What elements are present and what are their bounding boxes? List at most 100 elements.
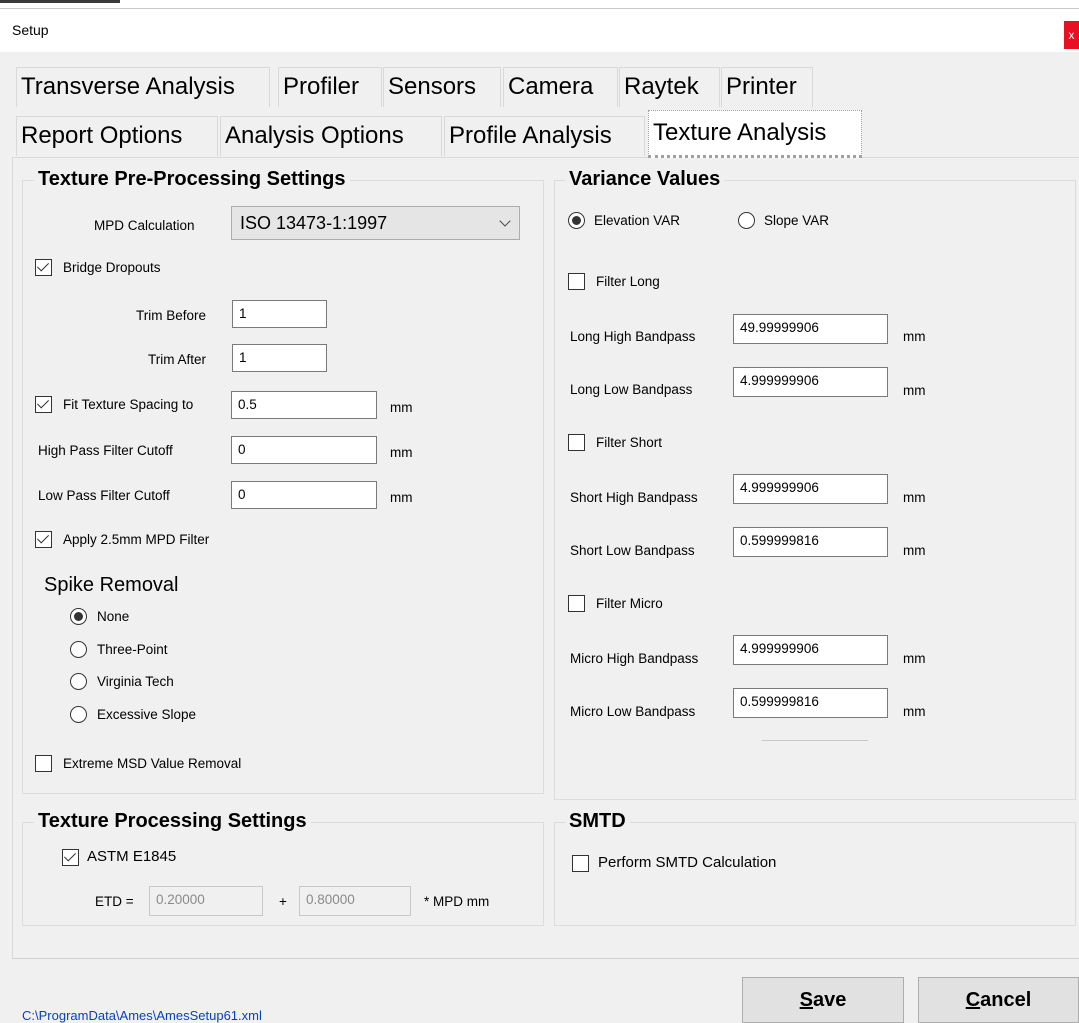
spike-excessive-slope-radio[interactable] <box>70 706 87 723</box>
trim-after-label: Trim After <box>148 352 207 367</box>
apply-mpd-filter-label: Apply 2.5mm MPD Filter <box>63 532 210 547</box>
perform-smtd-label: Perform SMTD Calculation <box>598 854 777 871</box>
slope-var-radio[interactable] <box>738 212 755 229</box>
title-bar-accent <box>0 0 120 3</box>
low-pass-unit: mm <box>390 490 413 505</box>
spike-virginia-tech-label: Virginia Tech <box>97 674 174 689</box>
mpd-calculation-value: ISO 13473-1:1997 <box>240 213 388 233</box>
tab-analysis-options[interactable]: Analysis Options <box>220 116 442 156</box>
processing-group <box>22 822 544 926</box>
tab-texture-analysis[interactable]: Texture Analysis <box>648 110 862 158</box>
spike-three-point-label: Three-Point <box>97 642 168 657</box>
save-button[interactable]: Save <box>742 977 904 1023</box>
footer-divider <box>12 958 1079 959</box>
save-button-mnemonic: S <box>799 989 813 1011</box>
extreme-msd-checkbox[interactable] <box>35 755 52 772</box>
micro-low-label: Micro Low Bandpass <box>570 704 696 719</box>
short-low-unit: mm <box>903 543 926 558</box>
fit-spacing-unit: mm <box>390 400 413 415</box>
trim-before-input[interactable]: 1 <box>232 300 327 328</box>
high-pass-label: High Pass Filter Cutoff <box>38 443 173 458</box>
tab-printer[interactable]: Printer <box>721 67 813 107</box>
astm-e1845-label: ASTM E1845 <box>87 848 177 865</box>
long-high-label: Long High Bandpass <box>570 329 696 344</box>
mpd-calculation-select[interactable]: ISO 13473-1:1997 <box>231 206 520 240</box>
micro-high-input[interactable]: 4.999999906 <box>733 635 888 665</box>
variance-title: Variance Values <box>565 168 725 191</box>
micro-low-input[interactable]: 0.599999816 <box>733 688 888 718</box>
trim-before-label: Trim Before <box>136 308 207 323</box>
tab-raytek[interactable]: Raytek <box>619 67 720 107</box>
etd-suffix: * MPD mm <box>424 894 490 909</box>
window-title: Setup <box>12 22 49 38</box>
perform-smtd-checkbox[interactable] <box>572 855 589 872</box>
tab-report-options[interactable]: Report Options <box>16 116 218 156</box>
tab-profiler[interactable]: Profiler <box>278 67 382 107</box>
slope-var-label: Slope VAR <box>764 213 830 228</box>
cancel-button[interactable]: Cancel <box>918 977 1079 1023</box>
fit-spacing-label: Fit Texture Spacing to <box>63 397 194 412</box>
long-high-unit: mm <box>903 329 926 344</box>
smtd-title: SMTD <box>565 810 630 833</box>
bridge-dropouts-label: Bridge Dropouts <box>63 260 161 275</box>
extreme-msd-label: Extreme MSD Value Removal <box>63 756 242 771</box>
filter-short-checkbox[interactable] <box>568 434 585 451</box>
etd-coefficient-b-input[interactable]: 0.80000 <box>299 886 411 916</box>
tab-transverse-analysis[interactable]: Transverse Analysis <box>16 67 270 107</box>
spike-excessive-slope-label: Excessive Slope <box>97 707 197 722</box>
mpd-calculation-label: MPD Calculation <box>94 218 195 233</box>
long-low-label: Long Low Bandpass <box>570 382 693 397</box>
tab-profile-analysis[interactable]: Profile Analysis <box>444 116 645 156</box>
elevation-var-radio[interactable] <box>568 212 585 229</box>
filter-short-label: Filter Short <box>596 435 663 450</box>
long-low-unit: mm <box>903 383 926 398</box>
etd-plus-sign: + <box>279 894 287 909</box>
spike-virginia-tech-radio[interactable] <box>70 673 87 690</box>
pre-processing-title: Texture Pre-Processing Settings <box>34 168 350 191</box>
title-bar-rule <box>0 8 1079 9</box>
filter-long-checkbox[interactable] <box>568 273 585 290</box>
chevron-down-icon <box>499 215 511 227</box>
short-high-input[interactable]: 4.999999906 <box>733 474 888 504</box>
spike-none-radio[interactable] <box>70 608 87 625</box>
filter-micro-checkbox[interactable] <box>568 595 585 612</box>
micro-low-unit: mm <box>903 704 926 719</box>
micro-high-unit: mm <box>903 651 926 666</box>
cancel-button-mnemonic: C <box>965 989 981 1011</box>
spike-three-point-radio[interactable] <box>70 641 87 658</box>
high-pass-input[interactable]: 0 <box>231 436 377 464</box>
short-high-unit: mm <box>903 490 926 505</box>
separator-line <box>762 740 868 741</box>
save-button-label: ave <box>812 989 847 1011</box>
etd-label: ETD = <box>95 894 134 909</box>
filter-micro-label: Filter Micro <box>596 596 663 611</box>
low-pass-label: Low Pass Filter Cutoff <box>38 488 170 503</box>
close-button[interactable]: x <box>1064 21 1079 49</box>
cancel-button-label: ancel <box>980 989 1032 1011</box>
title-bar <box>0 0 1079 52</box>
long-high-input[interactable]: 49.99999906 <box>733 314 888 344</box>
smtd-group <box>554 822 1076 926</box>
astm-e1845-checkbox[interactable] <box>62 849 79 866</box>
elevation-var-label: Elevation VAR <box>594 213 681 228</box>
tab-camera[interactable]: Camera <box>503 67 618 107</box>
filter-long-label: Filter Long <box>596 274 660 289</box>
trim-after-input[interactable]: 1 <box>232 344 327 372</box>
processing-title: Texture Processing Settings <box>34 810 311 833</box>
short-low-input[interactable]: 0.599999816 <box>733 527 888 557</box>
spike-none-label: None <box>97 609 130 624</box>
tab-sensors[interactable]: Sensors <box>383 67 501 107</box>
micro-high-label: Micro High Bandpass <box>570 651 699 666</box>
low-pass-input[interactable]: 0 <box>231 481 377 509</box>
fit-spacing-input[interactable]: 0.5 <box>231 391 377 419</box>
short-high-label: Short High Bandpass <box>570 490 698 505</box>
bridge-dropouts-checkbox[interactable] <box>35 259 52 276</box>
spike-removal-title: Spike Removal <box>44 574 179 596</box>
short-low-label: Short Low Bandpass <box>570 543 695 558</box>
high-pass-unit: mm <box>390 445 413 460</box>
long-low-input[interactable]: 4.999999906 <box>733 367 888 397</box>
apply-mpd-filter-checkbox[interactable] <box>35 531 52 548</box>
fit-spacing-checkbox[interactable] <box>35 396 52 413</box>
etd-coefficient-a-input[interactable]: 0.20000 <box>149 886 263 916</box>
config-file-path: C:\ProgramData\Ames\AmesSetup61.xml <box>22 1008 262 1023</box>
